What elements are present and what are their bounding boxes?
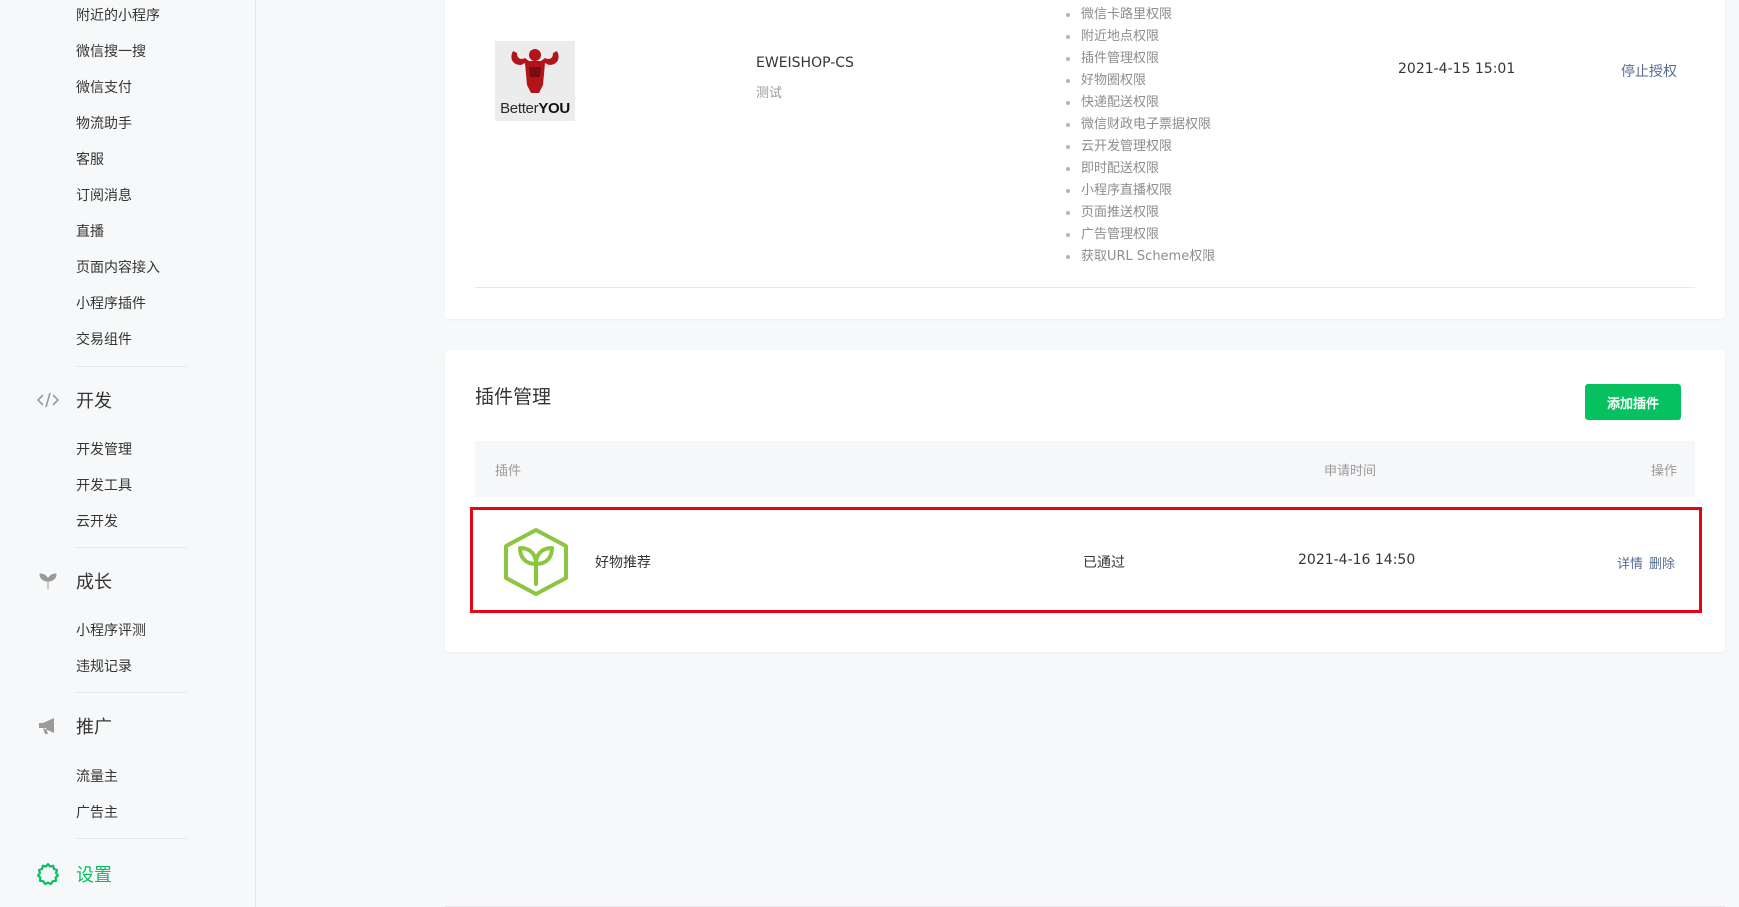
column-header-apply-time: 申请时间 [1324,464,1377,479]
sidebar-divider [76,692,187,693]
sidebar-divider [76,547,187,548]
sidebar-group-develop[interactable]: 开发 [36,386,112,414]
plugin-apply-time: 2021-4-16 14:50 [1298,552,1416,568]
plugin-name: 好物推荐 [595,555,651,571]
permission-item: 附近地点权限 [1065,26,1215,48]
add-plugin-button[interactable]: 添加插件 [1585,384,1681,420]
sidebar-item-cloud-dev[interactable]: 云开发 [76,512,118,532]
permission-item: 即时配送权限 [1065,158,1215,180]
sidebar-item-advertiser[interactable]: 广告主 [76,803,118,823]
sidebar-item-dev-tools[interactable]: 开发工具 [76,476,132,496]
sidebar-item-plugins[interactable]: 小程序插件 [76,294,146,314]
logo-caption: BetterYOU [500,100,570,117]
sidebar-item-wechat-pay[interactable]: 微信支付 [76,78,132,98]
code-icon [36,388,60,412]
column-header-operation: 操作 [1651,464,1678,479]
sidebar-group-label: 开发 [76,391,112,412]
sidebar-item-live[interactable]: 直播 [76,222,104,242]
sidebar-group-label: 设置 [76,865,112,886]
permission-item: 微信卡路里权限 [1065,4,1215,26]
sidebar-item-subscribe-message[interactable]: 订阅消息 [76,186,132,206]
card-divider [475,287,1695,288]
sidebar-item-violations[interactable]: 违规记录 [76,657,132,677]
permission-item: 快递配送权限 [1065,92,1215,114]
sidebar-item-customer-service[interactable]: 客服 [76,150,104,170]
table-header: 插件 申请时间 操作 [475,441,1695,497]
plugin-management-card: 插件管理 添加插件 插件 申请时间 操作 好物推荐 已通过 2021-4-16 … [445,350,1725,652]
stop-authorization-link[interactable]: 停止授权 [1621,61,1677,81]
plugin-delete-link[interactable]: 删除 [1649,553,1675,572]
app-logo: BetterYOU [495,41,575,121]
sprout-box-icon [501,526,571,598]
sidebar-item-wechat-search[interactable]: 微信搜一搜 [76,42,146,62]
permission-item: 云开发管理权限 [1065,136,1215,158]
sidebar-item-evaluation[interactable]: 小程序评测 [76,621,146,641]
megaphone-icon [36,714,60,738]
authorized-app-card: BetterYOU EWEISHOP-CS 测试 微信卡路里权限 附近地点权限 … [445,0,1725,319]
sidebar-item-trade-component[interactable]: 交易组件 [76,330,132,350]
sidebar-item-nearby-miniprogram[interactable]: 附近的小程序 [76,6,160,26]
permission-item: 小程序直播权限 [1065,180,1215,202]
sprout-icon [36,569,60,593]
sidebar-group-growth[interactable]: 成长 [36,567,112,595]
permission-item: 插件管理权限 [1065,48,1215,70]
permission-item: 获取URL Scheme权限 [1065,246,1215,268]
section-title: 插件管理 [475,386,552,408]
app-name: EWEISHOP-CS [756,55,854,71]
sidebar-divider [76,366,187,367]
bodybuilder-logo-icon [511,49,559,93]
sidebar: 附近的小程序 微信搜一搜 微信支付 物流助手 客服 订阅消息 直播 页面内容接入… [0,0,256,907]
app-description: 测试 [756,86,783,101]
permission-item: 好物圈权限 [1065,70,1215,92]
sidebar-group-promotion[interactable]: 推广 [36,712,112,740]
sidebar-item-logistics[interactable]: 物流助手 [76,114,132,134]
sidebar-group-settings[interactable]: 设置 [36,860,112,888]
sidebar-item-page-content[interactable]: 页面内容接入 [76,258,160,278]
plugin-detail-link[interactable]: 详情 [1617,553,1643,572]
sidebar-item-dev-management[interactable]: 开发管理 [76,440,132,460]
permission-item: 广告管理权限 [1065,224,1215,246]
column-header-plugin: 插件 [495,464,522,479]
sidebar-divider [76,838,187,839]
sidebar-group-label: 推广 [76,717,112,738]
authorization-time: 2021-4-15 15:01 [1398,61,1516,77]
plugin-status: 已通过 [1083,555,1125,571]
gear-icon [36,862,60,886]
sidebar-item-publisher[interactable]: 流量主 [76,767,118,787]
permission-item: 微信财政电子票据权限 [1065,114,1215,136]
permission-item: 页面推送权限 [1065,202,1215,224]
sidebar-group-label: 成长 [76,572,112,593]
permission-list: 微信卡路里权限 附近地点权限 插件管理权限 好物圈权限 快递配送权限 微信财政电… [1065,4,1215,268]
